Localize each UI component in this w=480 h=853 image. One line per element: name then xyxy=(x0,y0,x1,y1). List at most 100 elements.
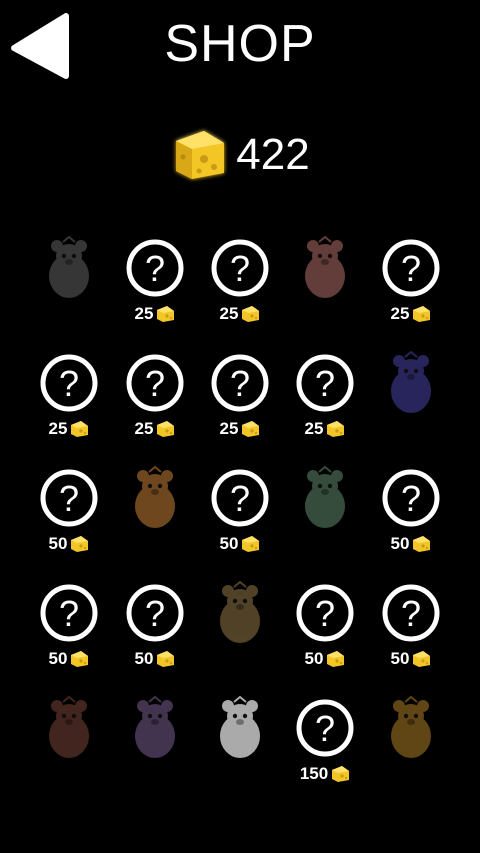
locked-question-icon: ? xyxy=(211,239,269,297)
cheese-count: 422 xyxy=(236,130,310,179)
item-price: 50 xyxy=(26,534,112,554)
cheese-icon xyxy=(327,421,345,437)
locked-question-icon: ? xyxy=(382,239,440,297)
shop-item-owned[interactable] xyxy=(197,690,283,800)
shop-item-owned[interactable] xyxy=(368,690,454,800)
item-price: 25 xyxy=(112,419,198,439)
cheese-icon xyxy=(157,421,175,437)
item-price: 150 xyxy=(282,764,368,784)
shop-item-locked[interactable]: ? 25 xyxy=(197,345,283,455)
locked-question-icon: ? xyxy=(296,584,354,642)
shop-item-owned[interactable] xyxy=(112,460,198,570)
svg-text:?: ? xyxy=(401,478,421,519)
shop-item-locked[interactable]: ? 25 xyxy=(282,345,368,455)
cheese-icon xyxy=(413,651,431,667)
shop-item-owned[interactable] xyxy=(112,690,198,800)
item-price: 50 xyxy=(197,534,283,554)
mouse-skin-icon xyxy=(49,696,89,758)
cheese-icon xyxy=(157,651,175,667)
page-title: SHOP xyxy=(164,15,316,73)
shop-item-locked[interactable]: ? 25 xyxy=(368,230,454,340)
shop-item-owned[interactable] xyxy=(282,460,368,570)
cheese-icon xyxy=(332,766,350,782)
locked-question-icon: ? xyxy=(40,354,98,412)
cheese-icon xyxy=(413,306,431,322)
item-price: 50 xyxy=(26,649,112,669)
locked-question-icon: ? xyxy=(382,469,440,527)
shop-item-locked[interactable]: ? 50 xyxy=(282,575,368,685)
shop-item-owned[interactable] xyxy=(282,230,368,340)
cheese-icon xyxy=(327,651,345,667)
svg-text:?: ? xyxy=(401,248,421,289)
cheese-icon xyxy=(242,421,260,437)
price-value: 25 xyxy=(390,304,410,323)
shop-item-locked[interactable]: ? 25 xyxy=(112,230,198,340)
price-value: 50 xyxy=(390,534,410,553)
locked-question-icon: ? xyxy=(211,354,269,412)
cheese-icon xyxy=(176,131,225,179)
mouse-skin-icon xyxy=(391,696,431,758)
shop-item-owned[interactable] xyxy=(26,690,112,800)
shop-item-locked[interactable]: ? 150 xyxy=(282,690,368,800)
price-value: 150 xyxy=(299,764,329,783)
locked-question-icon: ? xyxy=(126,354,184,412)
locked-question-icon: ? xyxy=(296,354,354,412)
price-value: 50 xyxy=(48,534,68,553)
shop-item-locked[interactable]: ? 25 xyxy=(26,345,112,455)
svg-text:?: ? xyxy=(401,593,421,634)
price-value: 25 xyxy=(134,304,154,323)
mouse-skin-icon xyxy=(305,236,345,298)
shop-item-locked[interactable]: ? 25 xyxy=(112,345,198,455)
svg-text:?: ? xyxy=(315,593,335,634)
price-value: 50 xyxy=(48,649,68,668)
svg-text:?: ? xyxy=(145,248,165,289)
mouse-skin-icon xyxy=(220,581,260,643)
cheese-icon xyxy=(71,536,89,552)
price-value: 25 xyxy=(219,304,239,323)
shop-item-locked[interactable]: ? 50 xyxy=(368,575,454,685)
mouse-skin-icon xyxy=(49,236,89,298)
item-price: 25 xyxy=(112,304,198,324)
price-value: 50 xyxy=(134,649,154,668)
mouse-skin-icon xyxy=(135,696,175,758)
shop-item-owned[interactable] xyxy=(368,345,454,455)
cheese-icon xyxy=(71,651,89,667)
shop-item-locked[interactable]: ? 50 xyxy=(112,575,198,685)
locked-question-icon: ? xyxy=(382,584,440,642)
svg-text:?: ? xyxy=(230,478,250,519)
svg-text:?: ? xyxy=(145,363,165,404)
price-value: 50 xyxy=(304,649,324,668)
shop-item-locked[interactable]: ? 50 xyxy=(26,460,112,570)
cheese-icon xyxy=(242,306,260,322)
price-value: 25 xyxy=(304,419,324,438)
locked-question-icon: ? xyxy=(126,239,184,297)
svg-text:?: ? xyxy=(59,478,79,519)
item-price: 50 xyxy=(282,649,368,669)
item-price: 50 xyxy=(368,534,454,554)
shop-item-owned[interactable] xyxy=(197,575,283,685)
svg-text:?: ? xyxy=(230,363,250,404)
cheese-balance: 422 xyxy=(0,125,480,185)
item-price: 25 xyxy=(368,304,454,324)
svg-text:?: ? xyxy=(315,708,335,749)
svg-text:?: ? xyxy=(145,593,165,634)
svg-text:?: ? xyxy=(315,363,335,404)
price-value: 25 xyxy=(48,419,68,438)
locked-question-icon: ? xyxy=(126,584,184,642)
mouse-skin-icon xyxy=(391,351,431,413)
price-value: 50 xyxy=(219,534,239,553)
shop-item-locked[interactable]: ? 50 xyxy=(197,460,283,570)
shop-item-owned[interactable] xyxy=(26,230,112,340)
price-value: 25 xyxy=(219,419,239,438)
price-value: 50 xyxy=(390,649,410,668)
cheese-icon xyxy=(157,306,175,322)
locked-question-icon: ? xyxy=(40,584,98,642)
mouse-skin-icon xyxy=(135,466,175,528)
shop-item-locked[interactable]: ? 50 xyxy=(26,575,112,685)
shop-item-locked[interactable]: ? 25 xyxy=(197,230,283,340)
cheese-icon xyxy=(413,536,431,552)
locked-question-icon: ? xyxy=(296,699,354,757)
shop-item-locked[interactable]: ? 50 xyxy=(368,460,454,570)
item-price: 25 xyxy=(197,304,283,324)
cheese-icon xyxy=(242,536,260,552)
